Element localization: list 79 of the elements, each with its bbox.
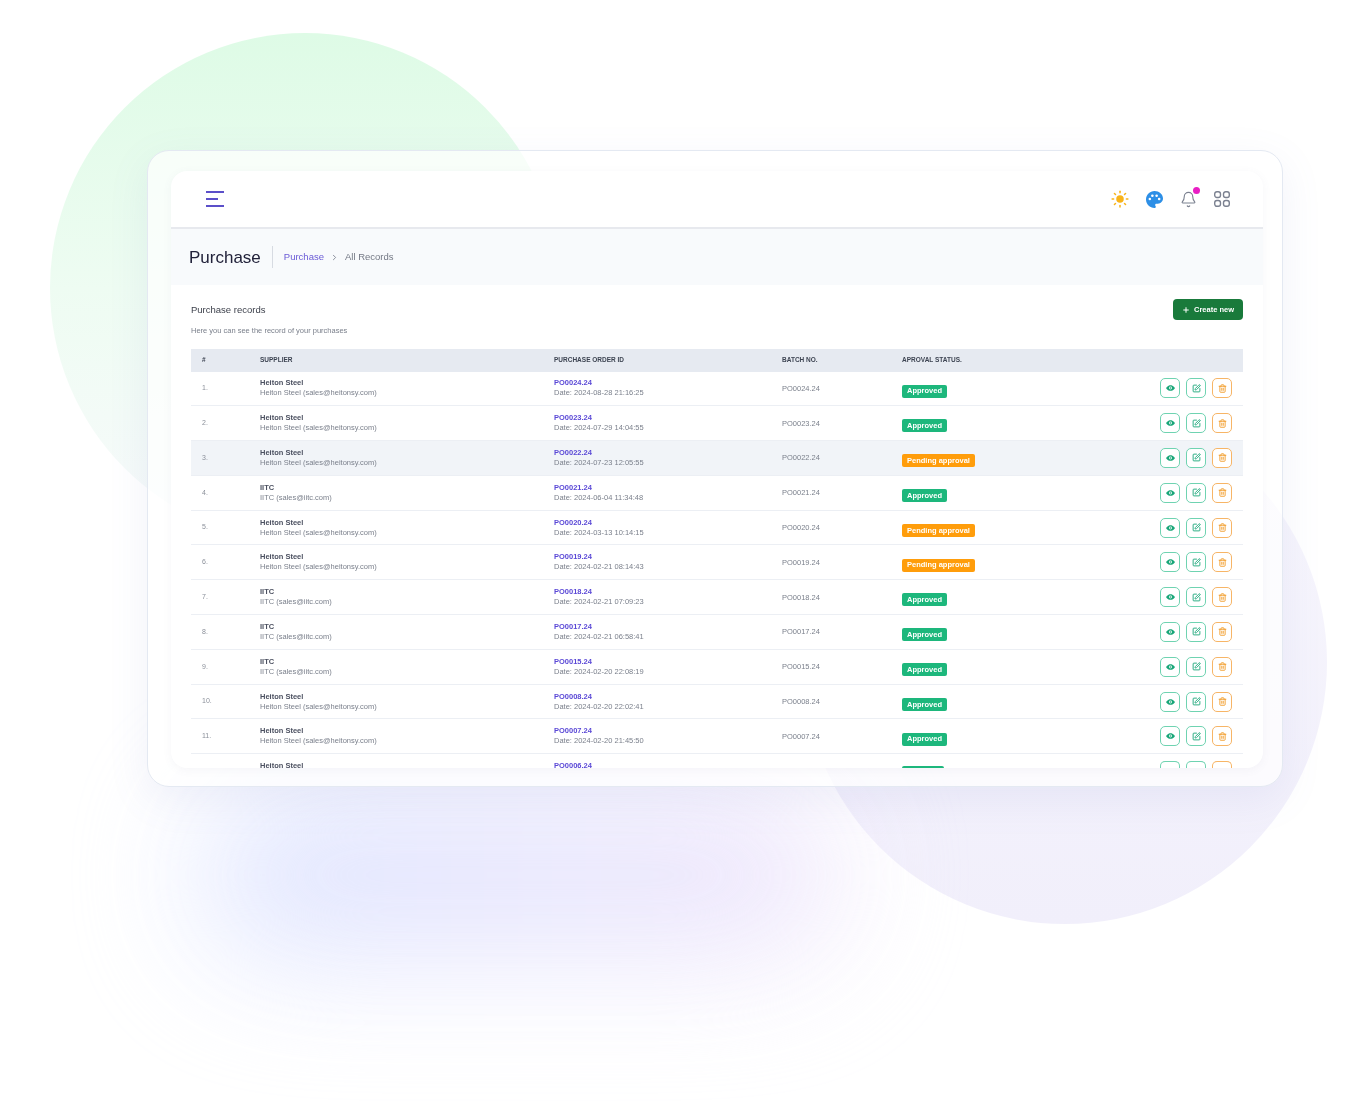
trash-icon [1217,383,1227,393]
eye-icon [1165,733,1175,740]
menu-icon[interactable] [206,191,224,207]
view-button[interactable] [1160,656,1180,677]
view-button[interactable] [1160,413,1180,434]
edit-button[interactable] [1186,691,1206,712]
delete-button[interactable] [1212,726,1232,747]
edit-icon [1191,731,1201,741]
sun-icon[interactable] [1111,190,1129,208]
edit-button[interactable] [1186,482,1206,503]
edit-button[interactable] [1186,726,1206,747]
edit-button[interactable] [1186,587,1206,608]
delete-button[interactable] [1212,656,1232,677]
edit-button[interactable] [1186,552,1206,573]
eye-icon [1165,594,1175,601]
view-button[interactable] [1160,587,1180,608]
edit-button[interactable] [1186,656,1206,677]
eye-icon [1165,524,1175,531]
trash-icon [1217,523,1227,533]
trash-icon [1217,731,1227,741]
page-title: Purchase [189,248,261,266]
view-button[interactable] [1160,552,1180,573]
view-button[interactable] [1160,448,1180,468]
eye-icon [1165,455,1175,461]
delete-button[interactable] [1212,378,1232,399]
trash-icon [1217,453,1227,463]
view-button[interactable] [1160,691,1180,712]
view-button[interactable] [1160,482,1180,503]
delete-button[interactable] [1212,517,1232,538]
breadcrumb-current: All Records [344,249,394,264]
bell-icon[interactable] [1180,190,1197,208]
delete-button[interactable] [1212,552,1232,573]
section-title: Purchase records [191,303,267,317]
trash-icon [1217,697,1227,707]
eye-icon [1165,385,1175,392]
view-button[interactable] [1160,621,1180,642]
edit-button[interactable] [1186,448,1206,468]
trash-icon [1217,592,1227,602]
breadcrumb-link[interactable]: Purchase [283,249,324,265]
edit-button[interactable] [1186,413,1206,434]
eye-icon [1165,628,1175,635]
edit-icon [1191,523,1201,533]
delete-button[interactable] [1212,587,1232,608]
delete-button[interactable] [1212,621,1232,642]
edit-icon [1191,383,1201,393]
edit-icon [1191,627,1201,637]
eye-icon [1165,559,1175,566]
plus-icon [1181,305,1190,314]
grid-icon[interactable] [1214,191,1230,207]
trash-icon [1217,557,1227,567]
edit-button[interactable] [1186,378,1206,399]
edit-icon [1191,662,1201,672]
edit-icon [1191,557,1201,567]
view-button[interactable] [1160,726,1180,747]
view-button[interactable] [1160,517,1180,538]
edit-icon [1191,418,1201,428]
edit-button[interactable] [1186,761,1206,768]
delete-button[interactable] [1212,413,1232,434]
delete-button[interactable] [1212,691,1232,712]
edit-icon [1191,453,1201,463]
trash-icon [1217,627,1227,637]
edit-button[interactable] [1186,517,1206,538]
delete-button[interactable] [1212,482,1232,503]
palette-icon[interactable] [1146,190,1163,208]
trash-icon [1217,662,1227,672]
eye-icon [1165,489,1175,496]
view-button[interactable] [1160,761,1180,768]
eye-icon [1165,663,1175,670]
delete-button[interactable] [1212,448,1232,468]
edit-icon [1191,488,1201,498]
delete-button[interactable] [1212,761,1232,768]
edit-button[interactable] [1186,621,1206,642]
view-button[interactable] [1160,378,1180,399]
edit-icon [1191,592,1201,602]
eye-icon [1165,420,1175,427]
trash-icon [1217,488,1227,498]
trash-icon [1217,418,1227,428]
edit-icon [1191,697,1201,707]
eye-icon [1165,698,1175,705]
